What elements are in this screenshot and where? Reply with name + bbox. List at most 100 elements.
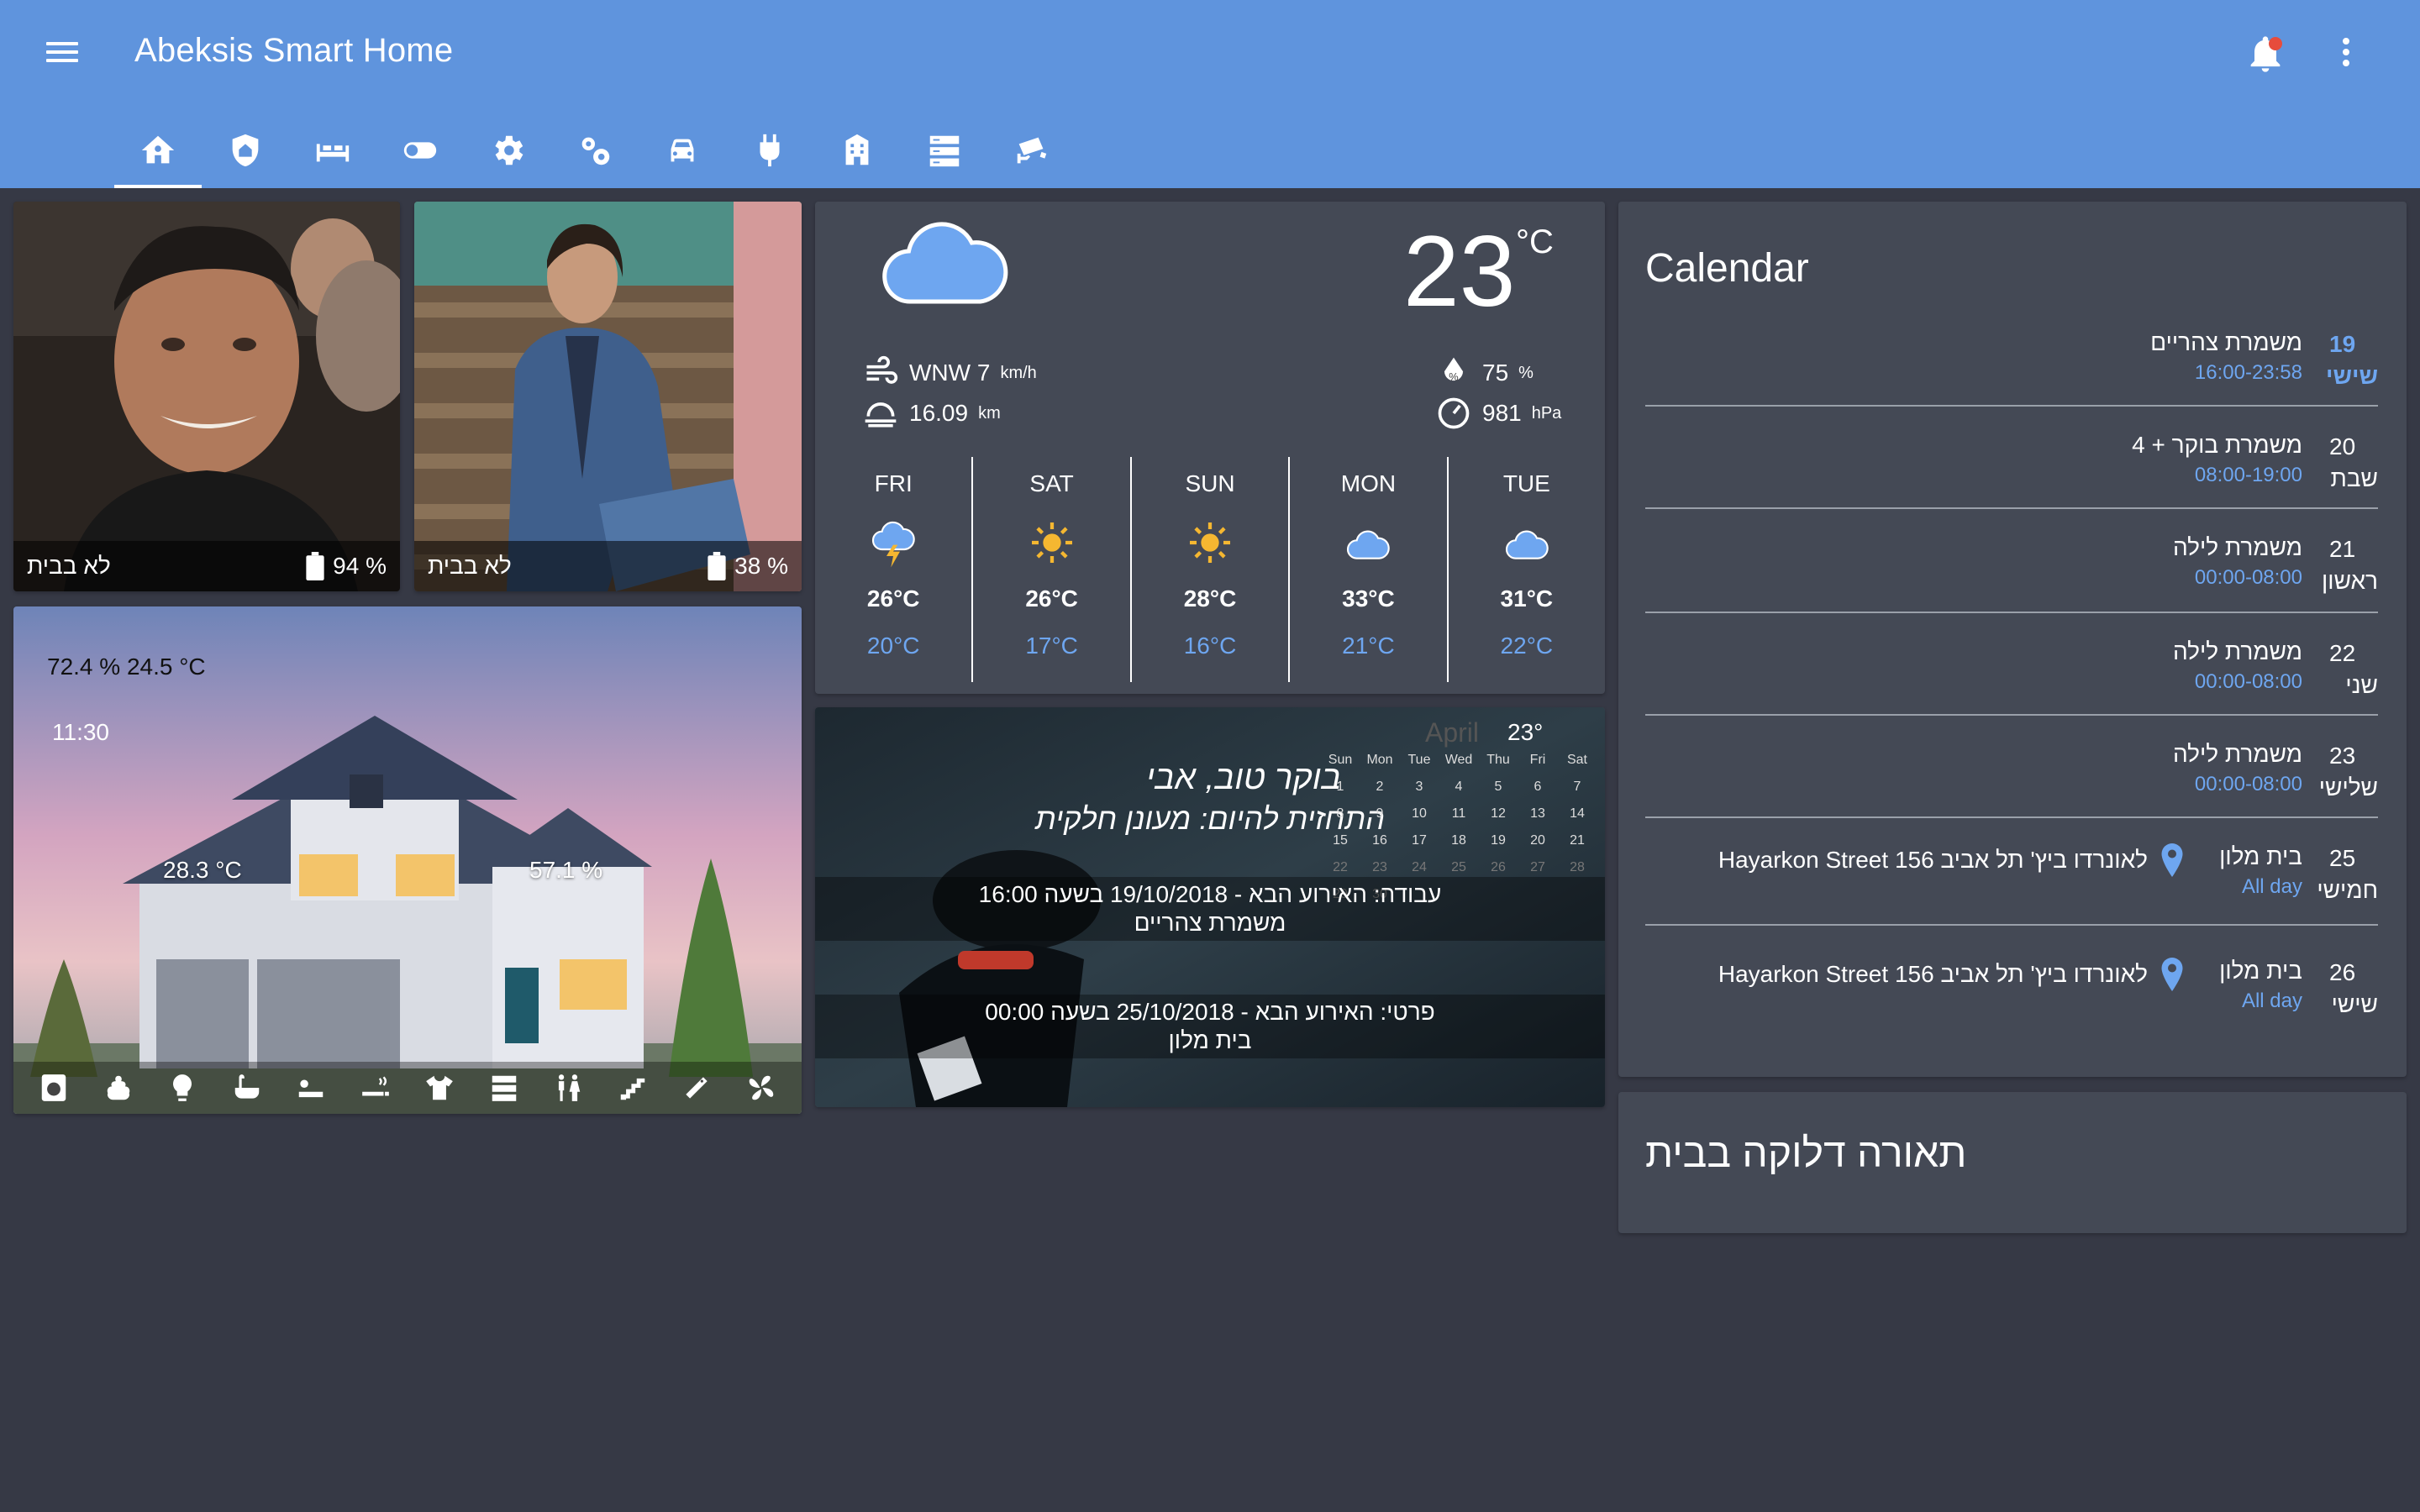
event-time: 16:00-23:58 — [2194, 361, 2302, 384]
calendar-event[interactable]: 25 חמישי בית מלון All day לאונרדו ביץ' ת… — [1645, 820, 2378, 926]
day-cell: 14 — [1570, 806, 1585, 821]
calendar-event[interactable]: 21 ראשון משמרת לילה 00:00-08:00 — [1645, 511, 2378, 613]
battery-level: 38 % — [734, 553, 788, 579]
day-cell: 23 — [1372, 860, 1387, 874]
humidity-value: 75 — [1482, 360, 1509, 386]
outdoor-sensors: 72.4 % 24.5 °C — [47, 654, 206, 680]
forecast-low: 22°C — [1500, 633, 1554, 659]
tab-car[interactable] — [639, 121, 726, 188]
calendar-event[interactable]: 22 שני משמרת לילה 00:00-08:00 — [1645, 615, 2378, 716]
tab-bedroom[interactable] — [289, 121, 376, 188]
poop-icon[interactable] — [102, 1071, 135, 1105]
tab-automations[interactable] — [551, 121, 639, 188]
tab-switches[interactable] — [376, 121, 464, 188]
tab-power[interactable] — [726, 121, 813, 188]
visibility-unit: km — [978, 403, 1001, 423]
visibility-icon — [865, 402, 897, 428]
tab-cameras[interactable] — [988, 121, 1076, 188]
washer-icon[interactable] — [37, 1071, 71, 1105]
weekday: Tue — [1407, 753, 1431, 767]
current-temp-small: 23° — [1507, 719, 1544, 745]
person-status: לא בבית — [27, 553, 111, 579]
building-icon — [845, 134, 869, 165]
event-day-number: 26 — [2329, 959, 2356, 985]
weekday: Wed — [1444, 753, 1473, 767]
humidity-sensor[interactable]: 57.1 % — [529, 857, 602, 884]
day-cell: 20 — [1530, 833, 1545, 848]
day-cell: 11 — [1451, 806, 1466, 821]
map-marker-icon — [2161, 958, 2183, 991]
day-cell: 6 — [1534, 780, 1542, 794]
event-location-text: לאונרדו ביץ' תל אביב Hayarkon Street 156 — [1718, 961, 2148, 987]
event-details: משמרת לילה 00:00-08:00 — [2173, 534, 2302, 590]
fan-icon[interactable] — [744, 1071, 778, 1105]
tshirt-icon[interactable] — [423, 1071, 456, 1105]
event-time: 00:00-08:00 — [2194, 773, 2302, 795]
tab-home[interactable] — [114, 121, 202, 188]
week-row: 8 9 10 11 12 13 14 — [1321, 806, 1597, 822]
notification-dot — [2269, 37, 2282, 50]
server-icon[interactable] — [487, 1071, 521, 1105]
stairs-icon[interactable] — [616, 1071, 650, 1105]
tab-servers[interactable] — [901, 121, 988, 188]
event-day-number: 25 — [2329, 845, 2356, 871]
gauge-icon — [1438, 397, 1470, 429]
event-details: משמרת בוקר + 4 08:00-19:00 — [2132, 432, 2302, 487]
day-cell: 4 — [1455, 780, 1463, 794]
hamburger-icon[interactable] — [44, 37, 81, 71]
calendar-event[interactable]: 26 שישי בית מלון All day לאונרדו ביץ' תל… — [1645, 927, 2378, 1033]
calendar-event[interactable]: 23 שלישי משמרת לילה 00:00-08:00 — [1645, 717, 2378, 818]
forecast-high: 26°C — [1025, 585, 1078, 612]
tab-building[interactable] — [813, 121, 901, 188]
event-title: משמרת לילה — [2172, 741, 2302, 767]
event-day-number: 22 — [2329, 640, 2356, 666]
pressure-unit: hPa — [1531, 403, 1562, 423]
event-day-number: 19 — [2329, 331, 2356, 357]
event-time: All day — [2241, 990, 2302, 1012]
lightbulb-icon[interactable] — [166, 1071, 199, 1105]
forecast-high: 26°C — [866, 585, 920, 612]
day-cell: 1 — [1336, 780, 1344, 794]
bathtub-icon[interactable] — [230, 1071, 264, 1105]
current-temperature: 23 — [1403, 215, 1516, 328]
tab-security[interactable] — [202, 121, 289, 188]
tab-settings[interactable] — [464, 121, 551, 188]
event-day-number: 23 — [2329, 743, 2356, 769]
weather-card[interactable]: 23 °C WNW 7 km/h 16.09 km % 75 % 981 hPa… — [815, 202, 1605, 694]
day-cell: 26 — [1491, 860, 1506, 874]
person-lying-icon[interactable] — [294, 1071, 328, 1105]
temperature-sensor[interactable]: 28.3 °C — [163, 857, 242, 884]
calendar-title: Calendar — [1645, 246, 1809, 291]
person-card-1[interactable]: לא בבית 94 % — [13, 202, 400, 591]
day-cell: 2 — [1376, 780, 1384, 794]
event-weekday: שני — [2345, 672, 2378, 698]
device-icon-bar — [13, 1062, 802, 1114]
event-details: משמרת לילה 00:00-08:00 — [2173, 741, 2302, 796]
person-card-2[interactable]: לא בבית 38 % — [414, 202, 802, 591]
forecast-low: 16°C — [1183, 633, 1237, 659]
event-location[interactable]: לאונרדו ביץ' תל אביב Hayarkon Street 156 — [1718, 958, 2185, 991]
pressure-readout: 981 hPa — [1435, 395, 1561, 432]
calendar-event[interactable]: 19 שישי משמרת צהריים 16:00-23:58 — [1645, 319, 2378, 407]
forecast-day: FRI 26°C 20°C — [815, 457, 974, 682]
event-date: 21 ראשון — [2311, 536, 2378, 595]
restroom-icon[interactable] — [551, 1071, 585, 1105]
event-location-text: לאונרדו ביץ' תל אביב Hayarkon Street 156 — [1718, 847, 2148, 873]
kebab-icon[interactable] — [2329, 34, 2363, 76]
day-cell: 10 — [1412, 806, 1427, 821]
temperature-unit: °C — [1516, 223, 1554, 260]
sun-icon — [1031, 522, 1072, 563]
event-date: 26 שישי — [2311, 959, 2378, 1018]
event-location[interactable]: לאונרדו ביץ' תל אביב Hayarkon Street 156 — [1718, 843, 2185, 877]
smoking-icon[interactable] — [359, 1071, 392, 1105]
weekday: Sun — [1328, 753, 1353, 767]
calendar-event[interactable]: 20 שבת משמרת בוקר + 4 08:00-19:00 — [1645, 408, 2378, 509]
remote-icon[interactable] — [680, 1071, 713, 1105]
person-status: לא בבית — [428, 553, 512, 579]
humidity-unit: % — [1518, 363, 1534, 382]
day-cell: 8 — [1336, 806, 1344, 821]
forecast-day-name: FRI — [874, 470, 913, 496]
person-photo — [13, 202, 400, 591]
event-title: משמרת לילה — [2172, 534, 2302, 560]
bell-icon[interactable] — [2244, 32, 2287, 76]
